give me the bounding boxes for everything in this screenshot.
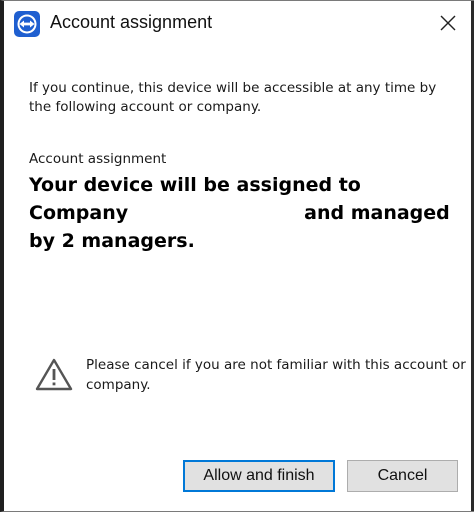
allow-and-finish-button[interactable]: Allow and finish	[183, 460, 335, 492]
warning-triangle-icon	[35, 358, 73, 391]
teamviewer-logo-icon	[14, 11, 40, 37]
title-bar: Account assignment	[4, 1, 474, 45]
close-icon	[440, 15, 456, 31]
assignment-line-2-prefix: Company	[29, 202, 129, 224]
dialog-window: Account assignment If you continue, this…	[0, 0, 474, 512]
close-button[interactable]	[428, 5, 468, 41]
window-title: Account assignment	[50, 12, 213, 32]
warning-text: Please cancel if you are not familiar wi…	[86, 357, 466, 393]
warning-row: Please cancel if you are not familiar wi…	[34, 355, 466, 403]
section-label: Account assignment	[29, 151, 167, 167]
cancel-button[interactable]: Cancel	[347, 460, 458, 492]
intro-text: If you continue, this device will be acc…	[29, 80, 437, 115]
assignment-line-3: by 2 managers.	[29, 230, 195, 252]
assignment-line-2-suffix: and managed	[304, 202, 450, 224]
assignment-statement: Your device will be assigned to Company a…	[29, 171, 469, 255]
assignment-line-1: Your device will be assigned to	[29, 174, 361, 196]
